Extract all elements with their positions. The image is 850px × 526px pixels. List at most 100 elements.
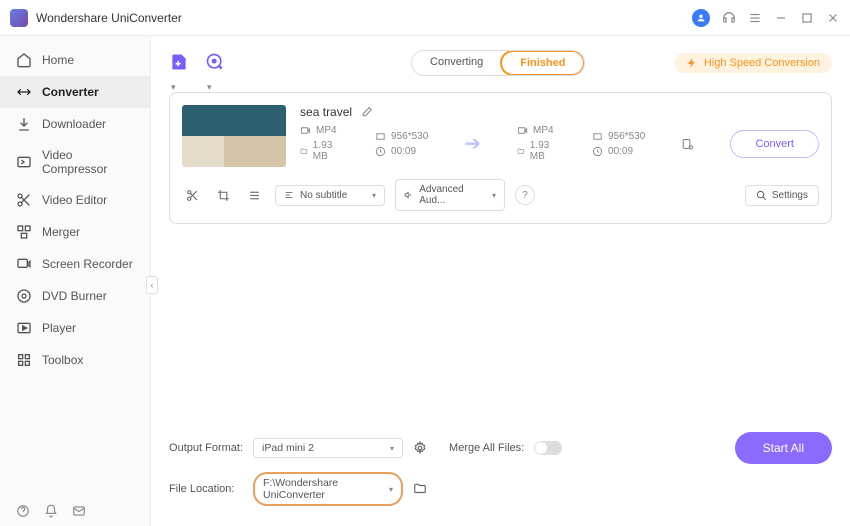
sidebar-item-editor[interactable]: Video Editor: [0, 184, 150, 216]
bell-icon[interactable]: [44, 504, 58, 518]
folder-icon: [517, 146, 525, 157]
clock-icon: [375, 146, 386, 157]
close-icon[interactable]: [826, 11, 840, 25]
user-icon[interactable]: [692, 9, 710, 27]
player-icon: [16, 320, 32, 336]
crop-icon[interactable]: [217, 189, 230, 202]
convert-button[interactable]: Convert: [730, 130, 819, 158]
toolbox-icon: [16, 352, 32, 368]
audio-icon: [404, 190, 413, 200]
audio-dropdown[interactable]: Advanced Aud... ▾: [395, 179, 505, 211]
edit-icon[interactable]: [360, 106, 373, 119]
sidebar-item-downloader[interactable]: Downloader: [0, 108, 150, 140]
sidebar-item-label: Screen Recorder: [42, 257, 133, 271]
help-icon[interactable]: [16, 504, 30, 518]
merge-icon: [16, 224, 32, 240]
sidebar-item-label: DVD Burner: [42, 289, 107, 303]
sidebar-item-recorder[interactable]: Screen Recorder: [0, 248, 150, 280]
app-logo: [10, 9, 28, 27]
output-format-value: iPad mini 2: [262, 442, 314, 454]
sidebar-item-label: Home: [42, 53, 74, 67]
minimize-icon[interactable]: [774, 11, 788, 25]
help-circle-icon[interactable]: ?: [515, 185, 535, 205]
sidebar-item-label: Toolbox: [42, 353, 83, 367]
file-location-value: F:\Wondershare UniConverter: [263, 477, 389, 501]
sidebar-item-converter[interactable]: Converter: [0, 76, 150, 108]
titlebar: Wondershare UniConverter: [0, 0, 850, 36]
compress-icon: [16, 154, 32, 170]
folder-open-icon[interactable]: [413, 482, 427, 496]
tab-converting[interactable]: Converting: [412, 51, 501, 75]
menu-icon[interactable]: [748, 11, 762, 25]
add-dvd-button[interactable]: ▾: [205, 52, 227, 74]
mail-icon[interactable]: [72, 504, 86, 518]
sidebar-item-compressor[interactable]: Video Compressor: [0, 140, 150, 184]
search-icon: [756, 190, 767, 201]
headset-icon[interactable]: [722, 11, 736, 25]
bolt-icon: [686, 57, 698, 69]
file-location-select[interactable]: F:\Wondershare UniConverter▾: [253, 472, 403, 506]
gear-icon[interactable]: [413, 441, 427, 455]
video-icon: [300, 125, 311, 136]
sidebar-item-home[interactable]: Home: [0, 44, 150, 76]
toolbar: ▾ ▾ Converting Finished High Speed Conve…: [169, 46, 832, 80]
file-location-label: File Location:: [169, 483, 243, 495]
dvd-icon: [16, 288, 32, 304]
src-duration: 00:09: [391, 146, 416, 157]
sidebar-item-label: Video Editor: [42, 193, 107, 207]
sidebar-item-player[interactable]: Player: [0, 312, 150, 344]
content-area: ▾ ▾ Converting Finished High Speed Conve…: [151, 36, 850, 526]
bottom-bar: Output Format: iPad mini 2▾ Merge All Fi…: [169, 422, 832, 526]
output-format-label: Output Format:: [169, 442, 243, 454]
subtitle-label: No subtitle: [300, 190, 347, 201]
cut-icon[interactable]: [186, 189, 199, 202]
tab-group: Converting Finished: [411, 50, 585, 76]
sidebar-item-label: Downloader: [42, 117, 106, 131]
src-resolution: 956*530: [391, 131, 428, 142]
output-format-select[interactable]: iPad mini 2▾: [253, 438, 403, 458]
subtitle-dropdown[interactable]: No subtitle ▾: [275, 185, 385, 206]
subtitle-icon: [284, 190, 294, 200]
hsc-label: High Speed Conversion: [704, 57, 820, 69]
merge-label: Merge All Files:: [449, 442, 524, 454]
dst-duration: 00:09: [608, 146, 633, 157]
add-file-button[interactable]: ▾: [169, 52, 191, 74]
preset-icon[interactable]: [681, 135, 694, 153]
file-card: sea travel MP4 1.93 MB 956*530 00:09 ➔: [169, 92, 832, 224]
src-size: 1.93 MB: [313, 140, 339, 162]
sidebar-item-label: Video Compressor: [42, 148, 134, 176]
list-icon[interactable]: [248, 189, 261, 202]
folder-icon: [300, 146, 308, 157]
tab-finished[interactable]: Finished: [500, 50, 585, 76]
src-format: MP4: [316, 125, 337, 136]
file-thumbnail[interactable]: [182, 105, 286, 167]
settings-label: Settings: [772, 190, 808, 201]
home-icon: [16, 52, 32, 68]
video-icon: [517, 125, 528, 136]
sidebar-item-merger[interactable]: Merger: [0, 216, 150, 248]
sidebar-item-dvd[interactable]: DVD Burner: [0, 280, 150, 312]
recorder-icon: [16, 256, 32, 272]
start-all-button[interactable]: Start All: [735, 432, 832, 464]
merge-toggle[interactable]: [534, 441, 562, 455]
maximize-icon[interactable]: [800, 11, 814, 25]
sidebar-item-toolbox[interactable]: Toolbox: [0, 344, 150, 376]
download-icon: [16, 116, 32, 132]
dst-size: 1.93 MB: [530, 140, 556, 162]
dst-format: MP4: [533, 125, 554, 136]
dst-resolution: 956*530: [608, 131, 645, 142]
resolution-icon: [592, 131, 603, 142]
settings-button[interactable]: Settings: [745, 185, 819, 206]
audio-label: Advanced Aud...: [419, 184, 486, 206]
sidebar-item-label: Merger: [42, 225, 80, 239]
clock-icon: [592, 146, 603, 157]
file-title: sea travel: [300, 105, 352, 119]
scissors-icon: [16, 192, 32, 208]
app-title: Wondershare UniConverter: [36, 11, 182, 25]
converter-icon: [16, 84, 32, 100]
high-speed-conversion-toggle[interactable]: High Speed Conversion: [674, 53, 832, 73]
sidebar-item-label: Player: [42, 321, 76, 335]
sidebar: Home Converter Downloader Video Compress…: [0, 36, 151, 526]
sidebar-item-label: Converter: [42, 85, 99, 99]
arrow-icon: ➔: [464, 131, 481, 156]
